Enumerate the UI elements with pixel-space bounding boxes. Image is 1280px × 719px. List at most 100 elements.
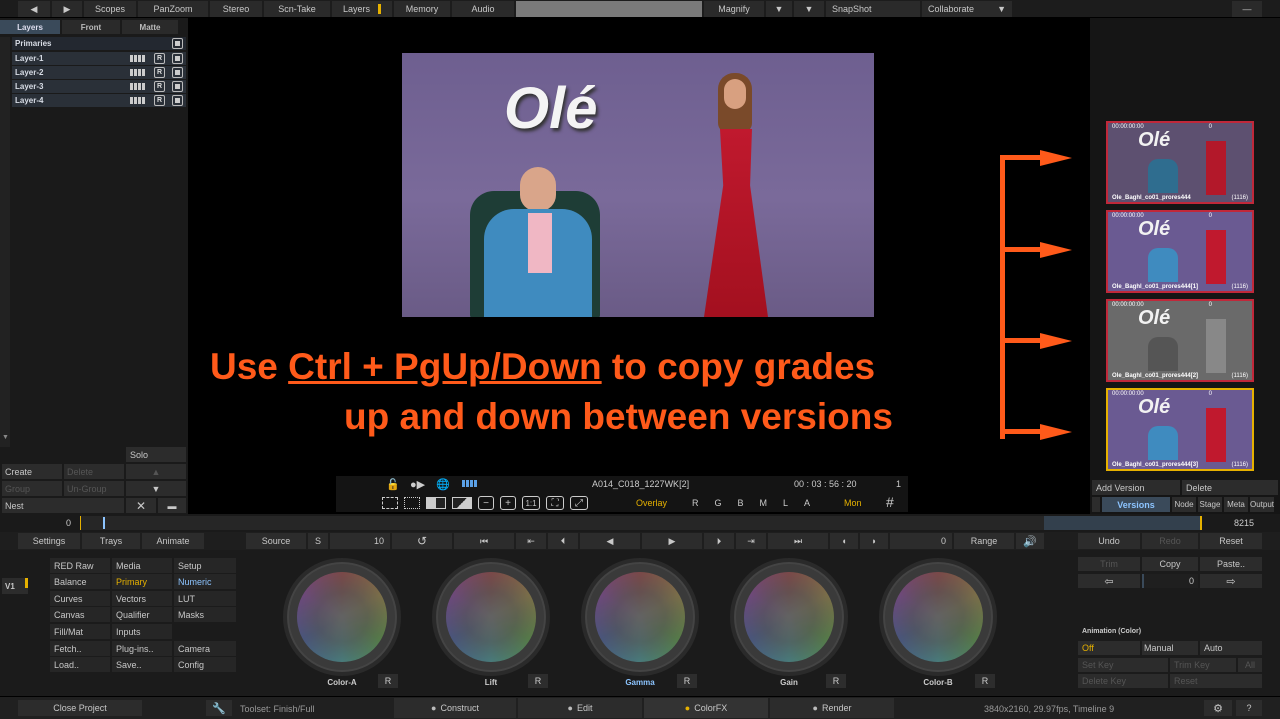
anim-reset-button[interactable]: Reset (1170, 674, 1262, 688)
layer-row[interactable]: Layer-1 R (12, 52, 186, 65)
menu-red-raw[interactable]: RED Raw (50, 558, 110, 573)
version-thumbnail[interactable]: 00:00:00:00 0 Olé Ole_Baghl_co01_prores4… (1106, 210, 1254, 293)
layer-reset-button[interactable]: R (154, 81, 165, 92)
safe-area-icon[interactable] (382, 497, 398, 509)
layer-view-icon[interactable] (172, 38, 183, 49)
source-button[interactable]: Source (246, 533, 306, 549)
create-button[interactable]: Create (2, 464, 62, 479)
color-b-wheel[interactable] (879, 558, 997, 676)
menu-save[interactable]: Save.. (112, 657, 172, 672)
channel-r-button[interactable]: R (692, 498, 699, 508)
all-toggle[interactable]: All (1238, 658, 1262, 672)
help-button[interactable]: ? (1236, 700, 1262, 716)
scopes-button[interactable]: Scopes (84, 1, 136, 17)
layer-reset-button[interactable]: R (154, 95, 165, 106)
play-reverse-icon[interactable]: ◀ (580, 533, 640, 549)
monitor-toggle[interactable]: Mon (844, 498, 862, 508)
timeline[interactable]: 0 8215 (0, 514, 1280, 532)
menu-media[interactable]: Media (112, 558, 172, 573)
wipe-icon[interactable] (426, 497, 446, 509)
undo-button[interactable]: Undo (1078, 533, 1140, 549)
layer-row[interactable]: Layer-2 R (12, 66, 186, 79)
menu-balance[interactable]: Balance (50, 574, 110, 589)
animate-button[interactable]: Animate (142, 533, 204, 549)
wrench-icon[interactable]: 🔧 (206, 700, 232, 716)
play-icon[interactable]: ▶ (642, 533, 702, 549)
down-arrow-icon[interactable]: ▼ (126, 481, 186, 496)
chevron-down-icon[interactable]: ▼ (2, 434, 9, 441)
menu-qualifier[interactable]: Qualifier (112, 607, 172, 622)
layer-row[interactable]: Layer-3 R (12, 80, 186, 93)
tab-versions[interactable]: Versions (1102, 497, 1170, 512)
version-thumbnail-selected[interactable]: 00:00:00:00 0 Olé Ole_Baghl_co01_prores4… (1106, 388, 1254, 471)
snapshot-button[interactable]: SnapShot (826, 1, 920, 17)
menu-plug-ins[interactable]: Plug-ins.. (112, 641, 172, 656)
timeline-track[interactable] (80, 516, 1044, 530)
forward-icon[interactable]: ▶ (52, 1, 82, 17)
minimize-icon[interactable]: — (1232, 1, 1262, 17)
prev-mark-icon[interactable]: ⇤ (516, 533, 546, 549)
tab-front[interactable]: Front (62, 20, 120, 34)
layer-view-icon[interactable] (172, 53, 183, 64)
copy-value-field[interactable]: 0 (1142, 574, 1198, 588)
tab-meta[interactable]: Meta (1224, 497, 1248, 512)
channel-a-button[interactable]: A (804, 498, 810, 508)
go-start-icon[interactable]: ⏮ (454, 533, 514, 549)
layer-view-icon[interactable] (172, 81, 183, 92)
audio-button[interactable]: Audio (452, 1, 514, 17)
anim-off-button[interactable]: Off (1078, 641, 1140, 655)
copy-button[interactable]: Copy (1142, 557, 1198, 571)
copy-left-arrow-icon[interactable]: ⇦ (1078, 574, 1140, 588)
overlay-toggle[interactable]: Overlay (636, 498, 667, 508)
mode-colorfx[interactable]: ● ColorFX (644, 698, 768, 718)
mode-render[interactable]: ● Render (770, 698, 894, 718)
zoom-in-icon[interactable]: + (500, 496, 516, 510)
layers-button[interactable]: Layers (332, 1, 392, 17)
memory-button[interactable]: Memory (394, 1, 450, 17)
paste-button[interactable]: Paste.. (1200, 557, 1262, 571)
color-a-wheel[interactable] (283, 558, 401, 676)
stereo-button[interactable]: Stereo (210, 1, 262, 17)
anim-manual-button[interactable]: Manual (1142, 641, 1198, 655)
mode-construct[interactable]: ● Construct (394, 698, 516, 718)
layer-row[interactable]: Layer-4 R (12, 94, 186, 107)
trim-button[interactable]: Trim (1078, 557, 1140, 571)
step-field[interactable]: 10 (330, 533, 390, 549)
gear-icon[interactable]: ⚙ (1204, 700, 1232, 716)
menu-fetch[interactable]: Fetch.. (50, 641, 110, 656)
back-icon[interactable]: ◀ (18, 1, 50, 17)
layer-view-icon[interactable] (172, 95, 183, 106)
loop-icon[interactable]: ↺ (392, 533, 452, 549)
redo-button[interactable]: Redo (1142, 533, 1198, 549)
menu-icon[interactable]: ▬ (158, 498, 186, 513)
version-thumbnail[interactable]: 00:00:00:00 0 Olé Ole_Baghl_co01_prores4… (1106, 121, 1254, 204)
copy-right-arrow-icon[interactable]: ⇨ (1200, 574, 1262, 588)
fullscreen-icon[interactable]: ⤢ (570, 496, 588, 510)
globe-icon[interactable]: 🌐 (436, 478, 450, 491)
s-button[interactable]: S (308, 533, 328, 549)
reset-button[interactable]: Reset (1200, 533, 1262, 549)
menu-masks[interactable]: Masks (174, 607, 236, 622)
magnify-button[interactable]: Magnify (704, 1, 764, 17)
speaker-icon[interactable]: 🔊 (1016, 533, 1044, 549)
tab-node[interactable]: Node (1172, 497, 1196, 512)
settings-button[interactable]: Settings (18, 533, 80, 549)
gain-reset-button[interactable]: R (826, 674, 846, 688)
close-icon[interactable]: ✕ (126, 498, 156, 513)
channel-g-button[interactable]: G (715, 498, 722, 508)
mark-in-icon[interactable]: ◖ (830, 533, 858, 549)
zoom-out-icon[interactable]: − (478, 496, 494, 510)
viewer-image[interactable]: Olé (402, 53, 874, 317)
color-a-reset-button[interactable]: R (378, 674, 398, 688)
go-end-icon[interactable]: ⏭ (768, 533, 828, 549)
solo-button[interactable]: Solo (126, 447, 186, 462)
panzoom-button[interactable]: PanZoom (138, 1, 208, 17)
chevron-down-icon[interactable]: ▼ (766, 1, 792, 17)
range-end-marker[interactable] (1200, 516, 1202, 530)
channel-m-button[interactable]: M (760, 498, 768, 508)
menu-canvas[interactable]: Canvas (50, 607, 110, 622)
menu-setup[interactable]: Setup (174, 558, 236, 573)
gamma-wheel[interactable] (581, 558, 699, 676)
menu-fill-mat[interactable]: Fill/Mat (50, 624, 110, 639)
grid-icon[interactable]: # (886, 494, 894, 510)
